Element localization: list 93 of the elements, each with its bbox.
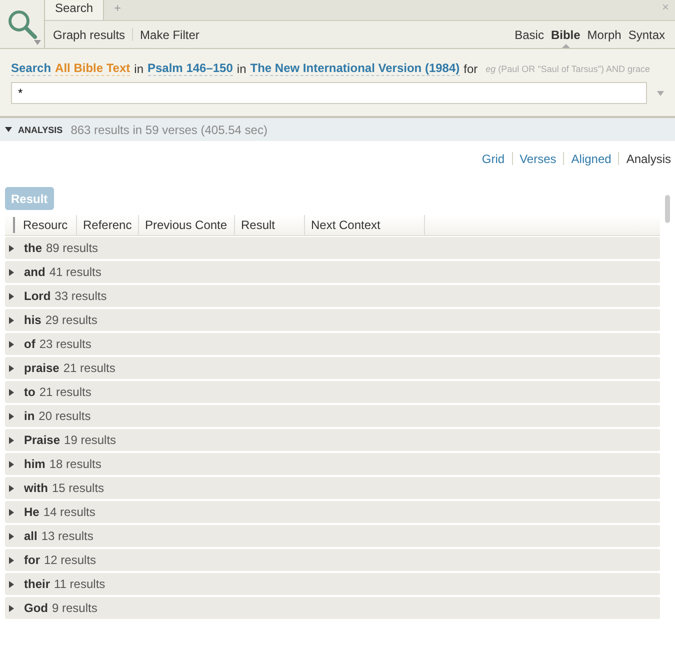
expand-icon[interactable]	[9, 508, 14, 516]
count-text: 9 results	[52, 601, 98, 615]
result-group-row[interactable]: with 15 results	[5, 477, 660, 499]
expand-icon[interactable]	[9, 556, 14, 564]
hint-text: eg (Paul OR "Saul of Tarsus") AND grace	[486, 64, 650, 74]
toolbar-button[interactable]: Graph results	[53, 28, 126, 42]
result-group-row[interactable]: God 9 results	[5, 597, 660, 619]
count-text: 12 results	[44, 553, 96, 567]
expand-icon[interactable]	[9, 268, 14, 276]
mode-tab[interactable]: Basic	[514, 21, 544, 48]
expand-icon[interactable]	[9, 460, 14, 468]
word-text: of	[24, 337, 36, 351]
word-text: praise	[24, 361, 60, 375]
view-link[interactable]: Analysis	[626, 152, 671, 166]
query-text: in	[236, 62, 246, 76]
result-group-row[interactable]: in 20 results	[5, 405, 660, 427]
word-text: their	[24, 577, 50, 591]
result-group-row[interactable]: their 11 results	[5, 573, 660, 595]
column-header[interactable]: Next Context	[305, 215, 425, 235]
query-text: in	[134, 62, 144, 76]
view-link[interactable]: Aligned	[571, 152, 612, 166]
count-text: 89 results	[46, 241, 98, 255]
word-text: his	[24, 313, 42, 327]
column-header[interactable]: Resourc	[17, 215, 77, 235]
result-group-row[interactable]: He 14 results	[5, 501, 660, 523]
expand-icon[interactable]	[9, 436, 14, 444]
count-text: 11 results	[54, 577, 106, 591]
count-text: 15 results	[52, 481, 104, 495]
count-text: 41 results	[49, 265, 102, 279]
count-text: 19 results	[64, 433, 116, 447]
expand-icon[interactable]	[9, 244, 14, 252]
result-group-row[interactable]: to 21 results	[5, 381, 660, 403]
count-text: 23 results	[39, 337, 92, 351]
result-group-row[interactable]: all 13 results	[5, 525, 660, 547]
mode-tab[interactable]: Syntax	[628, 21, 665, 48]
scrollbar-thumb[interactable]	[665, 195, 670, 223]
expand-icon[interactable]	[9, 484, 14, 492]
result-group-row[interactable]: him 18 results	[5, 453, 660, 475]
mode-tab[interactable]: Morph	[587, 21, 622, 48]
result-group-row[interactable]: Praise 19 results	[5, 429, 660, 451]
column-header[interactable]: Previous Conte	[139, 215, 235, 235]
column-header[interactable]: Referenc	[77, 215, 139, 235]
result-group-row[interactable]: for 12 results	[5, 549, 660, 571]
word-text: him	[24, 457, 46, 471]
collapse-icon[interactable]	[5, 126, 12, 133]
view-link[interactable]: Grid	[482, 152, 505, 166]
result-group-row[interactable]: praise 21 results	[5, 357, 660, 379]
expand-icon[interactable]	[9, 604, 14, 612]
word-text: with	[24, 481, 48, 495]
search-field[interactable]: *	[11, 82, 647, 104]
result-group-row[interactable]: Lord 33 results	[5, 285, 660, 307]
query-text: for	[464, 62, 478, 76]
results-summary: 863 results in 59 verses (405.54 sec)	[70, 122, 268, 136]
word-text: He	[24, 505, 40, 519]
word-text: God	[24, 601, 48, 615]
result-group-row[interactable]: of 23 results	[5, 333, 660, 355]
count-text: 33 results	[54, 289, 107, 303]
query-dropdown[interactable]: The New International Version (1984)	[250, 61, 460, 76]
expand-icon[interactable]	[9, 412, 14, 420]
count-text: 14 results	[43, 505, 96, 519]
count-text: 21 results	[39, 385, 92, 399]
count-text: 29 results	[45, 313, 98, 327]
word-text: Lord	[24, 289, 51, 303]
word-text: in	[24, 409, 35, 423]
search-icon[interactable]	[7, 9, 37, 39]
word-text: the	[24, 241, 42, 255]
toolbar-button[interactable]: Make Filter	[140, 28, 200, 42]
word-text: to	[24, 385, 36, 399]
expand-icon[interactable]	[9, 532, 14, 540]
word-text: all	[24, 529, 38, 543]
tab[interactable]: Search	[45, 0, 104, 20]
expand-icon[interactable]	[9, 292, 14, 300]
expand-icon[interactable]	[9, 580, 14, 588]
count-text: 13 results	[41, 529, 94, 543]
count-text: 21 results	[63, 361, 116, 375]
expand-icon[interactable]	[9, 340, 14, 348]
word-text: Praise	[24, 433, 60, 447]
mode-tab[interactable]: Bible	[550, 21, 580, 48]
result-group-row[interactable]: his 29 results	[5, 309, 660, 331]
expand-icon[interactable]	[9, 364, 14, 372]
section-title: ANALYSIS	[18, 124, 63, 134]
expand-icon[interactable]	[9, 316, 14, 324]
expand-icon[interactable]	[9, 388, 14, 396]
word-text: for	[24, 553, 40, 567]
query-dropdown[interactable]: Psalm 146–150	[148, 61, 233, 76]
query-dropdown[interactable]: Search	[11, 61, 52, 76]
word-text: and	[24, 265, 46, 279]
count-text: 20 results	[38, 409, 91, 423]
column-header[interactable]: Result	[235, 215, 305, 235]
count-text: 18 results	[49, 457, 102, 471]
result-group-row[interactable]: the 89 results	[5, 237, 660, 259]
view-link[interactable]: Verses	[520, 152, 556, 166]
result-group-row[interactable]: and 41 results	[5, 261, 660, 283]
